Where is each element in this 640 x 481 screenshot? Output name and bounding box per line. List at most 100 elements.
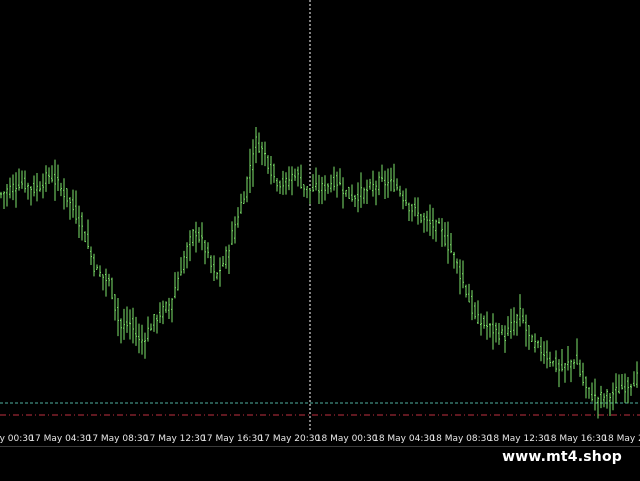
price-bar (78, 205, 80, 238)
price-chart[interactable] (0, 0, 640, 432)
price-bar (564, 363, 566, 383)
price-bar (210, 255, 212, 274)
price-bar (327, 183, 329, 194)
price-bar (321, 176, 323, 205)
price-bar (201, 222, 203, 251)
price-bar (519, 294, 521, 327)
price-bar (612, 382, 614, 411)
time-tick-label: 18 May 12:30 (487, 434, 550, 444)
price-bar (258, 132, 260, 153)
price-bar (507, 316, 509, 337)
price-bar (171, 298, 173, 323)
price-bar (297, 166, 299, 187)
price-bar (90, 246, 92, 265)
price-bar (444, 222, 446, 247)
price-bar (12, 174, 14, 201)
price-bar (279, 180, 281, 195)
price-bar (399, 185, 401, 197)
price-bar (531, 334, 533, 342)
price-bar (318, 174, 320, 204)
price-bar (177, 271, 179, 291)
price-bar (207, 242, 209, 259)
price-bar (474, 302, 476, 320)
price-bar (189, 230, 191, 262)
watermark-text: www.mt4.shop (502, 449, 622, 465)
price-bar (243, 191, 245, 205)
price-bar (96, 264, 98, 270)
price-bar (165, 301, 167, 313)
price-bar (438, 217, 440, 224)
price-bar (513, 307, 515, 336)
bottom-bar: www.mt4.shop (0, 446, 640, 481)
price-bar (261, 141, 263, 166)
price-bar (219, 257, 221, 287)
price-bar (420, 213, 422, 224)
price-bar (282, 170, 284, 195)
price-bar (504, 325, 506, 353)
price-bar (435, 219, 437, 242)
price-bar (384, 170, 386, 199)
price-bar (15, 172, 17, 208)
price-bar (615, 373, 617, 404)
price-bar (603, 393, 605, 408)
price-bar (591, 382, 593, 402)
price-bar (582, 362, 584, 386)
price-bar (345, 189, 347, 197)
price-bar (87, 219, 89, 250)
price-bar (354, 194, 356, 207)
price-bar (366, 179, 368, 204)
price-bar (588, 387, 590, 399)
price-bar (300, 164, 302, 189)
price-bar (60, 182, 62, 197)
price-bar (489, 322, 491, 338)
price-bar (528, 325, 530, 350)
price-bar (432, 207, 434, 240)
price-bar (45, 165, 47, 192)
price-bar (42, 173, 44, 199)
price-bar (270, 155, 272, 185)
price-bar (288, 166, 290, 191)
price-bar (378, 171, 380, 196)
price-bar (546, 340, 548, 369)
price-bar (228, 244, 230, 275)
price-bar (336, 171, 338, 198)
price-bar (75, 190, 77, 224)
price-bar (276, 178, 278, 192)
price-bar (594, 378, 596, 411)
price-chart-canvas[interactable] (0, 0, 640, 432)
price-bar (0, 191, 2, 199)
price-bar (408, 202, 410, 221)
price-bar (195, 221, 197, 253)
price-bar (465, 284, 467, 298)
price-bar (636, 361, 638, 388)
price-bar (114, 294, 116, 321)
price-bar (567, 346, 569, 371)
price-bar (411, 203, 413, 222)
price-bar (132, 307, 134, 344)
price-bar (237, 207, 239, 228)
price-bar (351, 184, 353, 202)
price-bar (516, 313, 518, 336)
time-tick-label: 17 May 08:30 (86, 434, 149, 444)
price-bar (66, 188, 68, 208)
price-bar (618, 374, 620, 394)
price-bar (486, 311, 488, 340)
price-bar (216, 272, 218, 280)
price-bar (3, 191, 5, 210)
price-bar (633, 371, 635, 387)
price-bar (621, 373, 623, 390)
price-bar (309, 188, 311, 204)
price-bar (525, 314, 527, 347)
price-bar (471, 290, 473, 321)
time-tick-label: 18 May 00:30 (315, 434, 378, 444)
price-bar (198, 227, 200, 243)
price-bar (492, 313, 494, 350)
price-bar (168, 297, 170, 320)
price-bar (183, 250, 185, 274)
price-bar (630, 383, 632, 396)
price-bar (468, 283, 470, 303)
price-bar (222, 255, 224, 267)
price-bar (363, 187, 365, 204)
price-bar (81, 212, 83, 241)
price-bar (456, 258, 458, 274)
